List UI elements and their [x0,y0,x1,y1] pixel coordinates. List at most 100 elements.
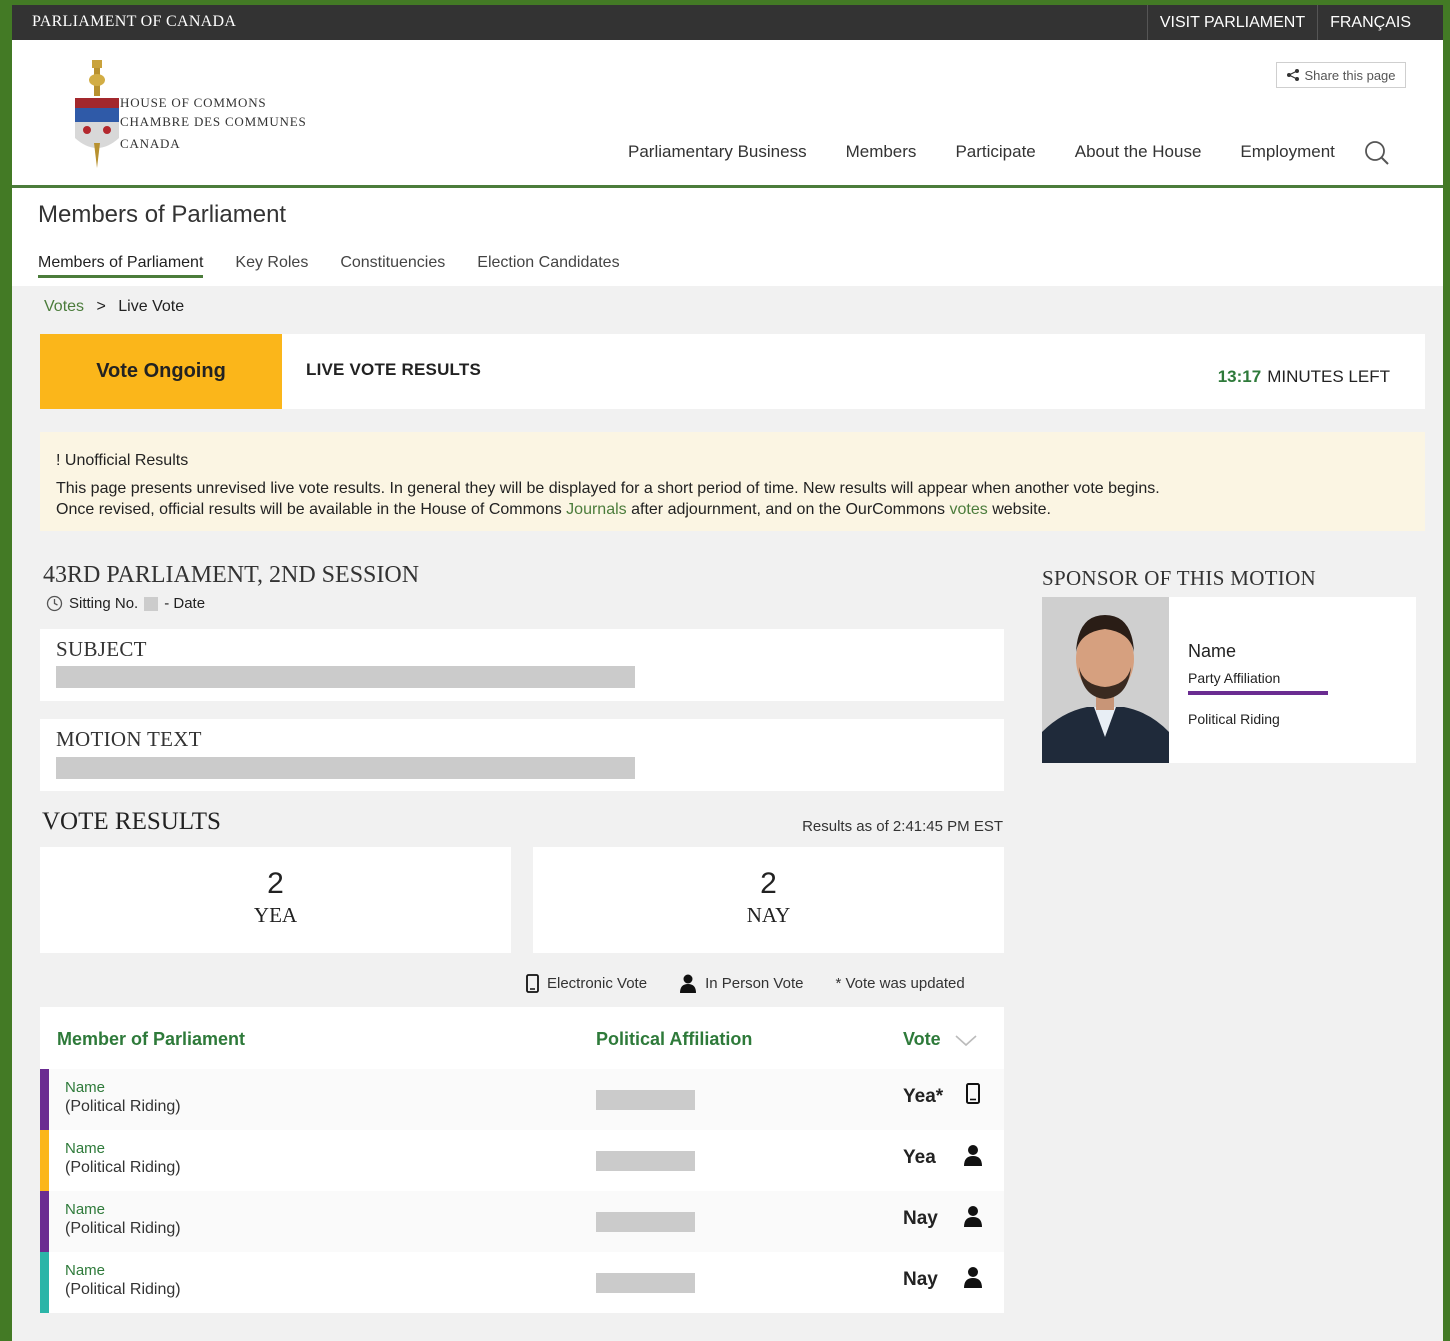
breadcrumb: Votes > Live Vote [44,298,184,316]
page-title: Members of Parliament [38,201,287,228]
breadcrumb-votes-link[interactable]: Votes [44,298,84,315]
yea-label: YEA [253,903,298,927]
affiliation-placeholder [596,1212,695,1232]
sitting-info: Sitting No. - Date [46,595,205,612]
alert-line-2a: Once revised, official results will be a… [56,501,562,518]
live-vote-results-title: LIVE VOTE RESULTS [306,360,481,379]
mobile-phone-icon [966,1083,980,1104]
share-icon [1287,69,1300,81]
legend-electronic-label: Electronic Vote [547,975,648,992]
search-icon[interactable] [1364,140,1390,166]
vote-results-table: Member of Parliament Political Affiliati… [40,1007,1004,1313]
table-row: Name (Political Riding) Yea [40,1130,1004,1191]
journals-link[interactable]: Journals [566,501,626,518]
legend-electronic: Electronic Vote [526,974,647,993]
alert-line-1: This page presents unrevised live vote r… [56,480,1160,497]
time-value: 13:17 [1217,367,1262,386]
member-vote: Nay [903,1269,938,1290]
logo-text: HOUSE OF COMMONS CHAMBRE DES COMMUNES CA… [120,93,306,153]
nay-label: NAY [746,903,791,927]
site-header: HOUSE OF COMMONS CHAMBRE DES COMMUNES CA… [12,40,1443,188]
member-name-link[interactable]: Name [65,1079,105,1096]
member-riding: (Political Riding) [65,1159,181,1176]
header-member[interactable]: Member of Parliament [57,1029,245,1050]
member-vote: Nay [903,1208,938,1229]
share-button[interactable]: Share this page [1276,62,1406,88]
motion-text-placeholder [56,757,635,779]
votes-link[interactable]: votes [950,501,988,518]
vote-results-title: VOTE RESULTS [42,808,221,835]
member-vote: Yea* [903,1086,944,1107]
alert-line-2c: website. [992,501,1051,518]
subnav-election-candidates[interactable]: Election Candidates [477,254,619,278]
breadcrumb-separator: > [96,298,106,315]
member-name-link[interactable]: Name [65,1140,105,1157]
alert-line-2: Once revised, official results will be a… [56,499,1396,520]
affiliation-placeholder [596,1273,695,1293]
motion-text-card: MOTION TEXT [40,719,1004,791]
legend-updated: * Vote was updated [835,975,964,992]
member-name-link[interactable]: Name [65,1201,105,1218]
sponsor-riding: Political Riding [1188,711,1280,727]
subnav-members-of-parliament[interactable]: Members of Parliament [38,254,204,278]
header-vote[interactable]: Vote [903,1029,941,1050]
motion-text-label: MOTION TEXT [56,727,202,751]
nav-employment[interactable]: Employment [1240,142,1334,162]
affiliation-placeholder [596,1151,695,1171]
legend-updated-label: * Vote was updated [835,975,965,992]
member-vote: Yea [903,1147,936,1168]
language-toggle-link[interactable]: FRANÇAIS [1317,5,1423,40]
member-riding: (Political Riding) [65,1281,181,1298]
table-row: Name (Political Riding) Nay [40,1252,1004,1313]
person-icon [964,1145,982,1166]
sitting-number-placeholder [144,596,159,611]
legend-in-person: In Person Vote [679,974,803,993]
subject-placeholder [56,666,635,688]
share-label: Share this page [1304,67,1396,83]
nav-parliamentary-business[interactable]: Parliamentary Business [628,142,807,162]
parliament-brand[interactable]: PARLIAMENT OF CANADA [32,13,236,31]
nav-participate[interactable]: Participate [955,142,1035,162]
page-header: Members of Parliament Members of Parliam… [12,188,1443,286]
subnav-constituencies[interactable]: Constituencies [340,254,445,278]
yea-count: 2 [267,867,284,900]
nay-count: 2 [760,867,777,900]
logo-line-1: HOUSE OF COMMONS [120,95,267,110]
nav-about-the-house[interactable]: About the House [1075,142,1202,162]
chevron-down-icon[interactable] [955,1035,977,1047]
results-timestamp: Results as of 2:41:45 PM EST [802,818,1003,835]
header-affiliation[interactable]: Political Affiliation [596,1029,752,1050]
person-icon [964,1206,982,1227]
sponsor-party: Party Affiliation [1188,670,1328,695]
nay-tally-card: 2 NAY [533,847,1004,953]
member-name-link[interactable]: Name [65,1262,105,1279]
unofficial-results-alert: ! Unofficial Results This page presents … [40,432,1425,531]
time-suffix: MINUTES LEFT [1267,367,1390,386]
alert-body: This page presents unrevised live vote r… [56,478,1396,520]
clock-icon [46,595,63,612]
visit-parliament-link[interactable]: VISIT PARLIAMENT [1146,5,1317,40]
yea-tally-card: 2 YEA [40,847,511,953]
nav-members[interactable]: Members [846,142,917,162]
sponsor-name[interactable]: Name [1188,641,1236,662]
table-header: Member of Parliament Political Affiliati… [40,1007,1004,1069]
sitting-suffix: - Date [164,595,206,612]
member-riding: (Political Riding) [65,1098,181,1115]
parliament-session-title: 43RD PARLIAMENT, 2ND SESSION [43,562,420,588]
sponsor-photo [1042,597,1169,763]
vote-legend: Electronic Vote In Person Vote * Vote wa… [526,974,965,993]
sub-nav: Members of Parliament Key Roles Constitu… [38,254,620,278]
sponsor-card[interactable]: Name Party Affiliation Political Riding [1042,597,1416,763]
table-row: Name (Political Riding) Yea* [40,1069,1004,1130]
subject-label: SUBJECT [56,637,147,661]
time-remaining: 13:17 MINUTES LEFT [1218,367,1390,387]
alert-line-2b: after adjournment, and on the OurCommons [631,501,946,518]
subnav-key-roles[interactable]: Key Roles [235,254,308,278]
house-of-commons-crest-icon[interactable] [72,58,122,173]
top-bar: PARLIAMENT OF CANADA VISIT PARLIAMENT FR… [12,5,1443,40]
logo-line-3: CANADA [120,136,181,151]
logo-line-2: CHAMBRE DES COMMUNES [120,114,307,129]
person-icon [680,974,697,993]
sponsor-title: SPONSOR OF THIS MOTION [1042,566,1317,590]
person-icon [964,1267,982,1288]
